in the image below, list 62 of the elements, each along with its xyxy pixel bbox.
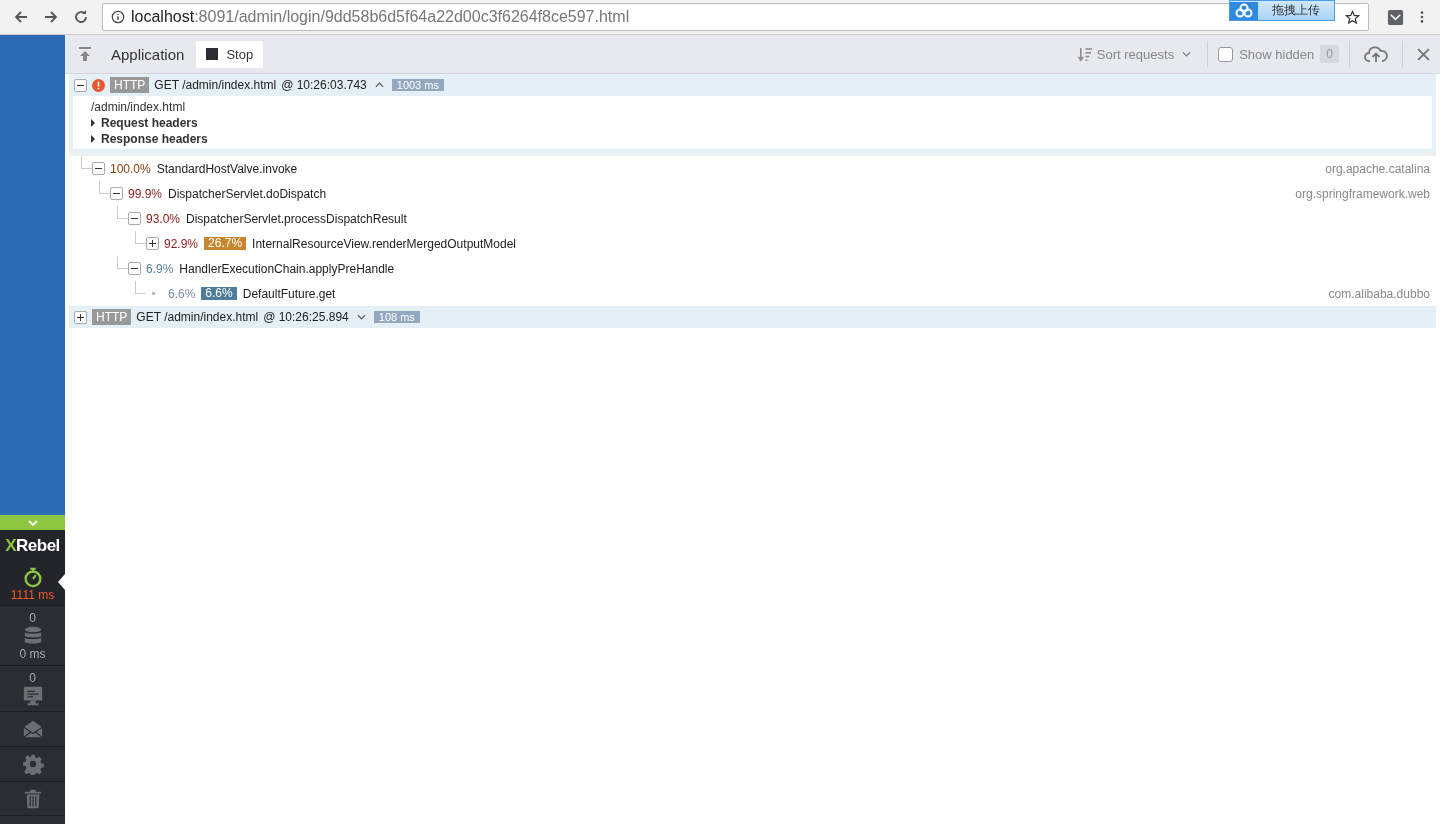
toggle-icon[interactable] bbox=[128, 262, 141, 275]
sidebar-item[interactable]: 1111 ms bbox=[0, 562, 65, 606]
request-path: /admin/index.html bbox=[91, 99, 187, 115]
upload-popup[interactable]: 拖拽上传 bbox=[1229, 0, 1335, 21]
method-name: StandardHostValve.invoke bbox=[156, 161, 298, 176]
package-name: org.springframework.web bbox=[1295, 186, 1430, 201]
request-time: @ 10:26:03.743 bbox=[281, 78, 367, 92]
duration-tag: 108 ms bbox=[373, 311, 420, 323]
method-name: DispatcherServlet.doDispatch bbox=[168, 186, 327, 201]
star-icon[interactable] bbox=[1345, 9, 1360, 25]
request-row[interactable]: HTTP GET /admin/index.html @ 10:26:25.894 108 ms bbox=[69, 306, 1436, 328]
protocol-tag: HTTP bbox=[92, 309, 132, 325]
method-name: DispatcherServlet.processDispatchResult bbox=[186, 211, 407, 226]
request-row[interactable]: HTTP GET /admin/index.html @ 10:26:03.743 1003 ms bbox=[69, 74, 1436, 96]
url-text: localhost:8091/admin/login/9dd58b6d5f64a22d00c3f6264f8ce597.html bbox=[131, 8, 630, 26]
toggle-icon[interactable] bbox=[74, 310, 87, 324]
percent-text: 99.9% bbox=[128, 186, 163, 201]
protocol-tag: HTTP bbox=[110, 77, 150, 93]
sort-icon bbox=[1077, 46, 1093, 62]
chevron-icon bbox=[374, 82, 384, 88]
request-time: @ 10:26:25.894 bbox=[263, 310, 349, 324]
monitor-icon bbox=[21, 684, 44, 707]
package-name: com.alibaba.dubbo bbox=[1328, 286, 1430, 301]
percent-text: 93.0% bbox=[146, 211, 181, 226]
duration-tag: 1003 ms bbox=[391, 79, 444, 91]
percent-text: 6.6% bbox=[168, 286, 196, 301]
chevron-icon bbox=[356, 314, 366, 320]
request-text: GET /admin/index.html bbox=[136, 310, 259, 324]
hidden-count: 0 bbox=[1320, 45, 1339, 63]
upload-label: 拖拽上传 bbox=[1272, 2, 1320, 19]
close-icon[interactable] bbox=[1417, 47, 1430, 61]
method-name: InternalResourceView.renderMergedOutputModel bbox=[252, 236, 516, 251]
request-text: GET /admin/index.html bbox=[154, 78, 277, 92]
collapse-up-icon[interactable] bbox=[77, 46, 93, 62]
envelope-icon bbox=[21, 718, 44, 740]
self-time-badge: 26.7% bbox=[204, 237, 247, 250]
settings-icon bbox=[21, 753, 44, 775]
method-name: DefaultFuture.get bbox=[242, 286, 336, 301]
cloud-logo-icon bbox=[1230, 1, 1258, 20]
menu-icon[interactable] bbox=[1420, 10, 1424, 24]
package-name: org.apache.catalina bbox=[1325, 161, 1430, 176]
stop-icon bbox=[206, 48, 219, 60]
cloud-upload-icon[interactable] bbox=[1364, 45, 1388, 63]
toggle-icon[interactable] bbox=[92, 162, 105, 175]
percent-text: 92.9% bbox=[164, 236, 199, 251]
toggle-icon[interactable] bbox=[74, 78, 87, 92]
xrebel-logo: XRebel bbox=[0, 530, 65, 562]
info-icon bbox=[111, 10, 125, 24]
headers-toggle[interactable]: Response headers bbox=[91, 131, 1414, 147]
panel-title: Application bbox=[111, 45, 185, 63]
percent-text: 6.9% bbox=[146, 261, 174, 276]
caret-icon bbox=[1182, 51, 1192, 57]
headers-toggle[interactable]: Request headers bbox=[91, 115, 1414, 131]
stop-button[interactable]: Stop bbox=[196, 40, 264, 68]
chevron-down-icon bbox=[27, 519, 38, 526]
toggle-icon[interactable] bbox=[128, 212, 141, 225]
toggle-icon[interactable] bbox=[110, 187, 123, 200]
self-time-badge: 6.6% bbox=[201, 287, 237, 300]
toggle-icon[interactable] bbox=[146, 237, 159, 250]
percent-text: 100.0% bbox=[110, 161, 151, 176]
method-name: HandlerExecutionChain.applyPreHandle bbox=[179, 261, 395, 276]
extension-icon[interactable] bbox=[1387, 8, 1404, 26]
